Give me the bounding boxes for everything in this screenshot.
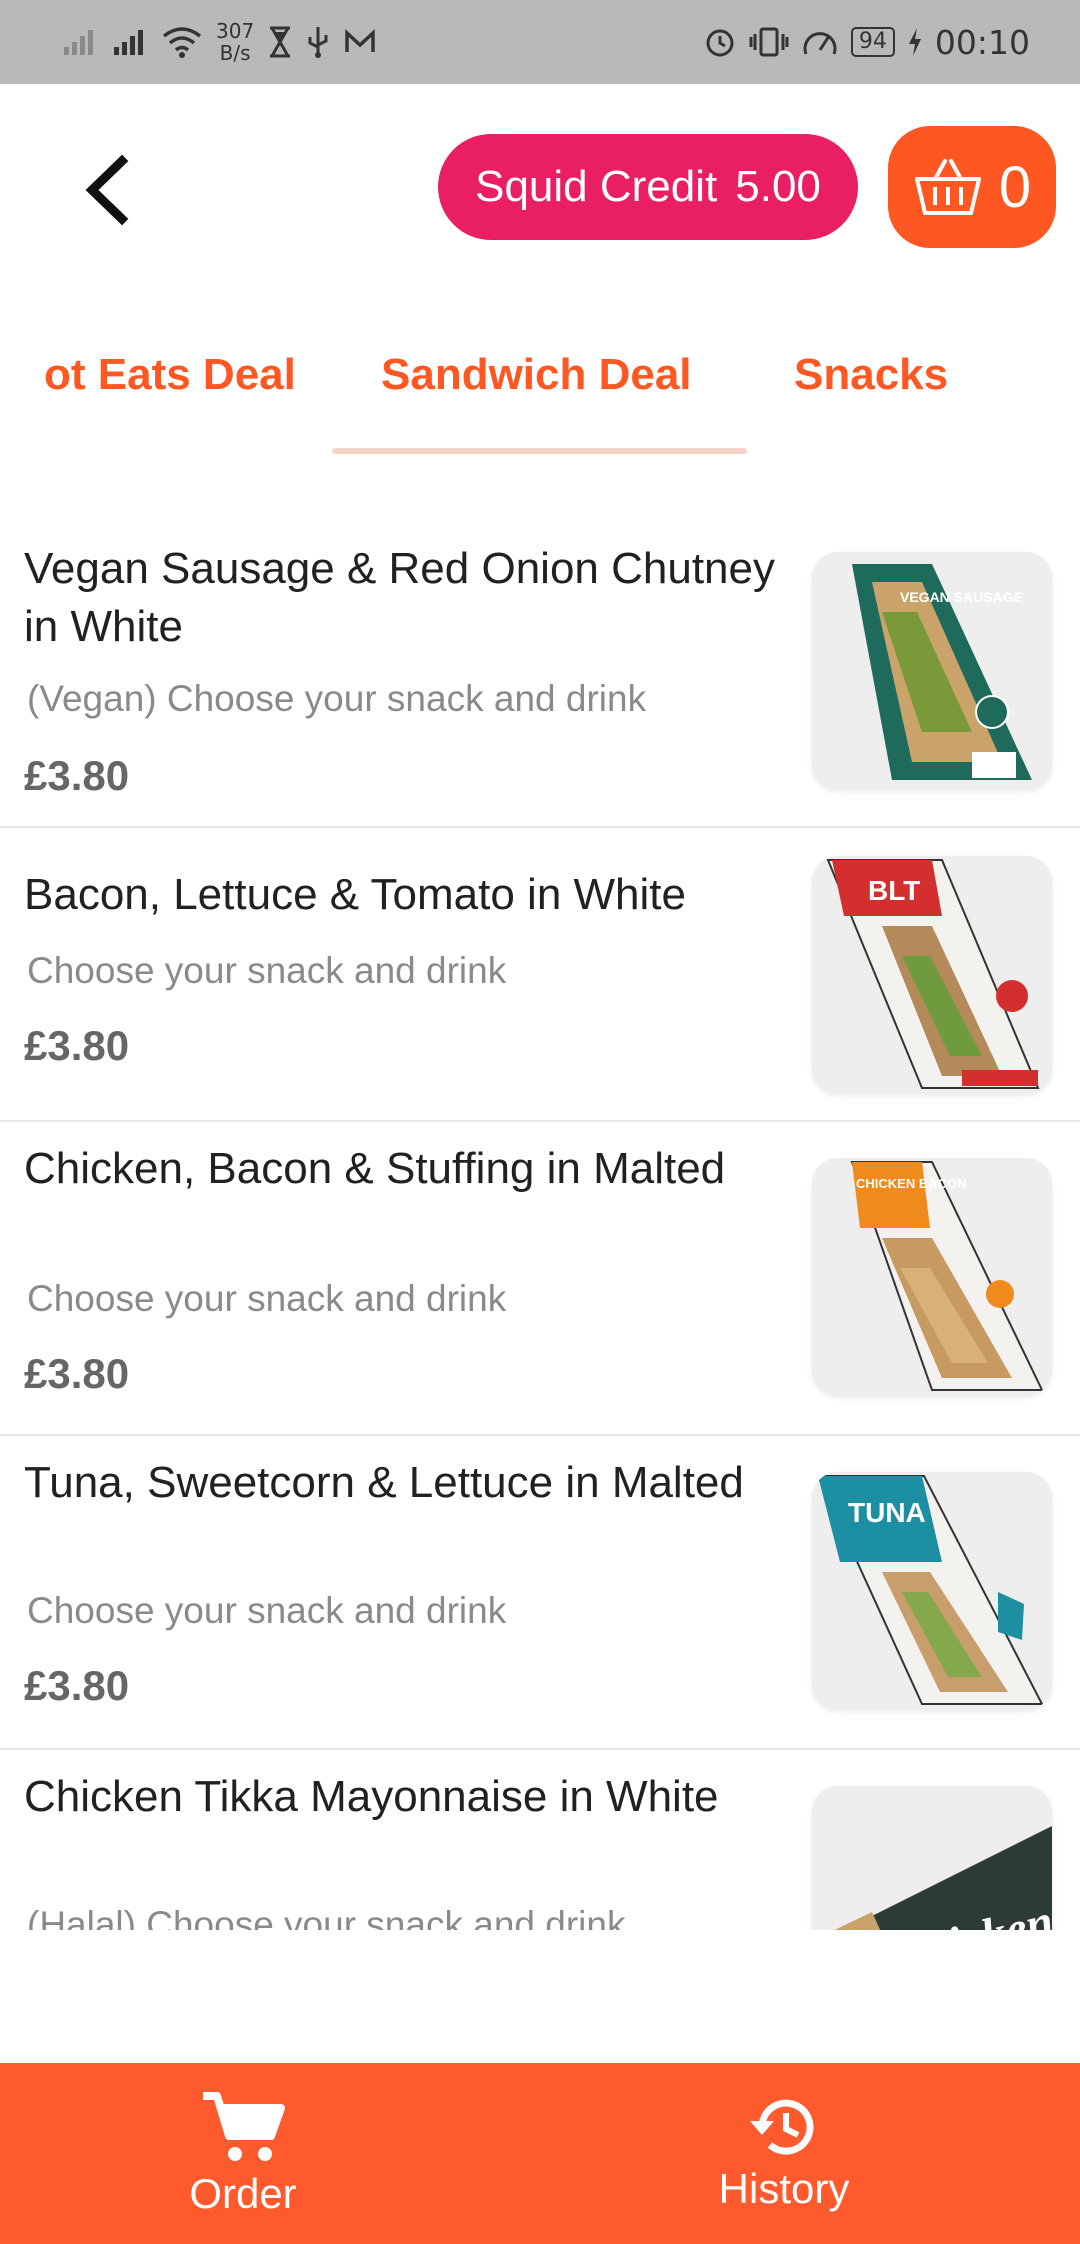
speed-unit: B/s	[219, 41, 251, 65]
list-item[interactable]: Vegan Sausage & Red Onion Chutney in Whi…	[0, 530, 1080, 828]
tab-selected-indicator	[332, 448, 747, 454]
bottom-navigation: Order History	[0, 2063, 1080, 2244]
usb-icon	[308, 27, 328, 58]
list-item[interactable]: Bacon, Lettuce & Tomato in White Choose …	[0, 826, 1080, 1122]
history-icon	[750, 2099, 814, 2155]
product-description: Choose your snack and drink	[27, 950, 507, 991]
status-bar: 307 B/s 94 00:10	[0, 0, 1080, 84]
basket-button[interactable]: 0	[888, 126, 1056, 248]
product-image: CHICKEN BACON	[812, 1158, 1052, 1396]
product-name: Tuna, Sweetcorn & Lettuce in Malted	[24, 1458, 744, 1507]
product-description: (Halal) Choose your snack and drink	[27, 1904, 626, 1930]
signal-icon	[64, 30, 93, 55]
product-name: Bacon, Lettuce & Tomato in White	[24, 870, 686, 919]
nav-history[interactable]: History	[684, 2063, 884, 2244]
product-name: Chicken Tikka Mayonnaise in White	[24, 1772, 719, 1821]
list-item[interactable]: Tuna, Sweetcorn & Lettuce in Malted Choo…	[0, 1434, 1080, 1750]
alarm-icon	[706, 29, 734, 57]
speedometer-icon	[803, 32, 837, 55]
hourglass-icon	[270, 26, 291, 58]
product-list: Vegan Sausage & Red Onion Chutney in Whi…	[0, 530, 1080, 1930]
sandwich-pack-image: TUNA	[816, 1475, 1044, 1705]
clock-time: 00:10	[934, 22, 1030, 62]
pack-title: TUNA	[848, 1497, 926, 1528]
credit-value: 5.00	[735, 162, 821, 211]
pack-title: CHICKEN BACON	[856, 1176, 967, 1191]
nav-history-label: History	[718, 2164, 850, 2212]
cart-icon	[203, 2091, 285, 2161]
sandwich-pack-image: CHICKEN BACON	[850, 1161, 1044, 1391]
list-item[interactable]: Chicken Tikka Mayonnaise in White (Halal…	[0, 1748, 1080, 1930]
sandwich-pack-image: VEGAN SAUSAGE	[852, 564, 1032, 780]
tab-hot-eats-deal[interactable]: ot Eats Deal	[0, 350, 296, 400]
battery-icon: 94	[850, 27, 895, 57]
credit-label: Squid Credit	[475, 162, 718, 211]
basket-icon	[914, 159, 981, 215]
product-name: Vegan Sausage & Red Onion Chutney in Whi…	[24, 544, 775, 651]
back-button[interactable]	[72, 150, 142, 230]
mail-icon	[345, 29, 375, 52]
product-image: BLT	[812, 856, 1052, 1094]
status-left: 307 B/s	[62, 14, 376, 70]
tab-label: ot Eats Deal	[44, 350, 296, 399]
product-price: £3.80	[24, 1662, 130, 1709]
product-price: £3.80	[24, 1350, 130, 1397]
vibrate-icon	[749, 27, 789, 57]
wifi-icon	[162, 27, 202, 58]
sandwich-pack-image: Chicken	[834, 1826, 1052, 1930]
product-price: £3.80	[24, 752, 130, 799]
tab-sandwich-deal[interactable]: Sandwich Deal	[381, 350, 692, 400]
signal-icon	[114, 30, 143, 55]
pack-title: BLT	[868, 875, 920, 906]
product-description: (Vegan) Choose your snack and drink	[27, 678, 647, 719]
pack-title: VEGAN SAUSAGE	[900, 589, 1023, 605]
product-image: VEGAN SAUSAGE	[812, 552, 1052, 790]
product-description: Choose your snack and drink	[27, 1278, 507, 1319]
product-image: Chicken	[812, 1786, 1052, 1930]
back-arrow-icon	[85, 155, 129, 225]
product-price: £3.80	[24, 1022, 130, 1069]
squid-credit-badge[interactable]: Squid Credit 5.00	[438, 134, 858, 240]
product-name: Chicken, Bacon & Stuffing in Malted	[24, 1144, 726, 1193]
cart-count: 0	[998, 154, 1032, 220]
status-right: 94 00:10	[703, 14, 1080, 70]
nav-order-label: Order	[189, 2169, 297, 2217]
tab-snacks[interactable]: Snacks	[794, 350, 948, 400]
speed-value: 307	[216, 19, 255, 43]
category-tabs: ot Eats Deal Sandwich Deal Snacks	[0, 330, 1080, 460]
nav-order[interactable]: Order	[143, 2063, 343, 2244]
sandwich-pack-image: BLT	[826, 859, 1040, 1089]
charging-icon	[908, 28, 921, 56]
product-description: Choose your snack and drink	[27, 1590, 507, 1631]
network-speed: 307 B/s	[216, 20, 254, 64]
product-image: TUNA	[812, 1472, 1052, 1710]
list-item[interactable]: Chicken, Bacon & Stuffing in Malted Choo…	[0, 1120, 1080, 1436]
